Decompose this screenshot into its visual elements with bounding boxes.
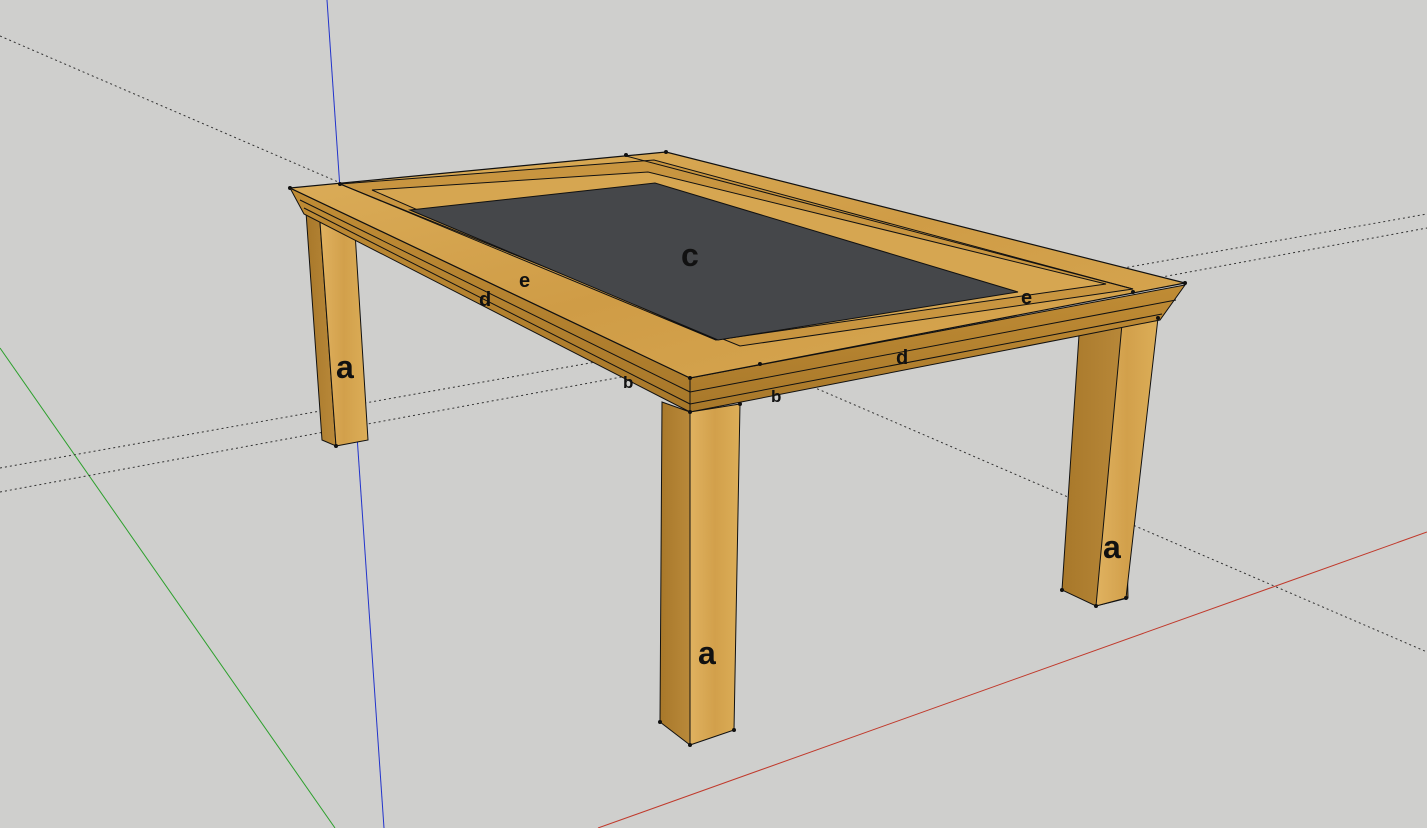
label-frame-e-right: e <box>1021 287 1032 309</box>
label-rail-d-right: d <box>896 347 908 369</box>
label-leg-back-left: a <box>336 349 354 385</box>
leg-front[interactable] <box>659 401 741 747</box>
label-frame-e-left: e <box>519 270 530 292</box>
label-panel-c: c <box>681 237 699 273</box>
label-leg-right: a <box>1103 529 1121 565</box>
label-rail-d-left: d <box>479 289 491 311</box>
label-leg-front: a <box>698 635 716 671</box>
label-apron-b-left: b <box>623 373 633 392</box>
model-viewport[interactable]: a a a c e e d d b b <box>0 0 1427 828</box>
label-apron-b-right: b <box>771 387 781 406</box>
